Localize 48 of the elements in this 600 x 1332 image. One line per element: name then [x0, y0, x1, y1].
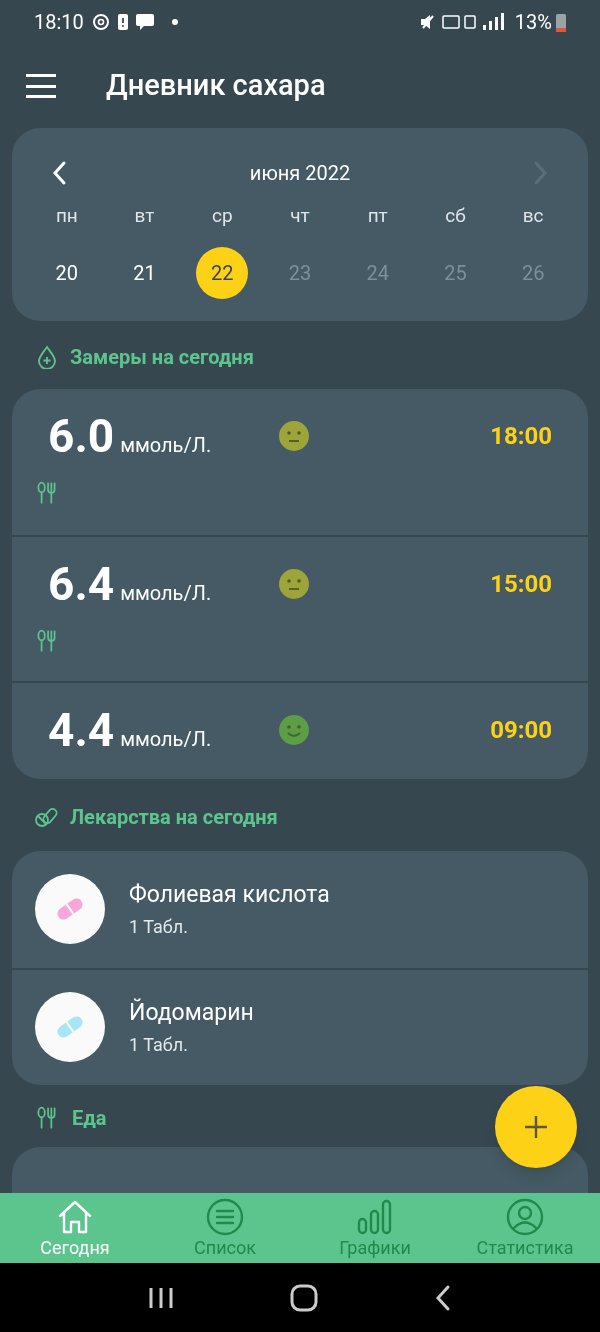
recent-apps-icon[interactable]: [148, 1285, 174, 1310]
calendar-day[interactable]: 20: [40, 246, 93, 299]
unit-label: ммоль/Л.: [120, 579, 212, 607]
menu-button[interactable]: [26, 74, 56, 98]
battery-alert-icon: [117, 14, 128, 30]
weekday-label: пт: [366, 203, 389, 229]
section-title: Еда: [72, 1104, 107, 1132]
unit-label: ммоль/Л.: [120, 431, 212, 459]
calendar-day[interactable]: 21: [118, 246, 171, 299]
weekday-label: сб: [444, 203, 467, 229]
back-icon[interactable]: [434, 1283, 452, 1312]
battery-percent: 13%: [514, 9, 552, 36]
weekday-label: пн: [54, 203, 79, 229]
battery-icon: [556, 12, 566, 32]
medicine-name: Фолиевая кислота: [129, 880, 330, 911]
medicine-dose: 1 Табл.: [129, 1032, 189, 1057]
weekday-label: ср: [210, 203, 234, 229]
unit-label: ммоль/Л.: [120, 725, 212, 753]
status-time: 18:10: [34, 9, 84, 36]
dot-icon: [171, 19, 178, 25]
list-icon: [205, 1197, 245, 1237]
reading-row[interactable]: 6.0 ммоль/Л. 18:00: [12, 388, 588, 535]
app-title: Дневник сахара: [106, 67, 326, 105]
reading-time: 09:00: [490, 715, 552, 746]
calendar-day[interactable]: 22: [196, 246, 249, 299]
reading-time: 15:00: [490, 569, 552, 600]
weekday-label: вт: [133, 203, 156, 229]
glucose-value: 6.4: [48, 560, 115, 607]
user-icon: [505, 1197, 545, 1237]
glucose-value: 6.0: [48, 412, 115, 459]
weekday-label: вс: [521, 203, 545, 229]
reading-row[interactable]: 4.4 ммоль/Л. 09:00: [12, 680, 588, 779]
glucose-value: 4.4: [48, 706, 115, 753]
medicine-name: Йодомарин: [129, 997, 254, 1029]
drop-plus-icon: [36, 344, 58, 369]
message-icon: [135, 14, 154, 30]
home-icon[interactable]: [290, 1283, 318, 1312]
section-title: Замеры на сегодня: [70, 343, 254, 371]
medicine-dose: 1 Табл.: [129, 914, 189, 939]
reading-row[interactable]: 6.4 ммоль/Л. 15:00: [12, 534, 588, 681]
at-sign-icon: [91, 13, 110, 31]
medicine-row[interactable]: Йодомарин 1 Табл.: [12, 967, 588, 1085]
reading-time: 18:00: [490, 421, 552, 452]
month-label: июня 2022: [249, 160, 351, 187]
section-title: Лекарства на сегодня: [70, 803, 278, 831]
weekday-label: чт: [289, 203, 311, 229]
plus-icon: [523, 1114, 549, 1140]
medicine-row[interactable]: Фолиевая кислота 1 Табл.: [12, 850, 588, 968]
